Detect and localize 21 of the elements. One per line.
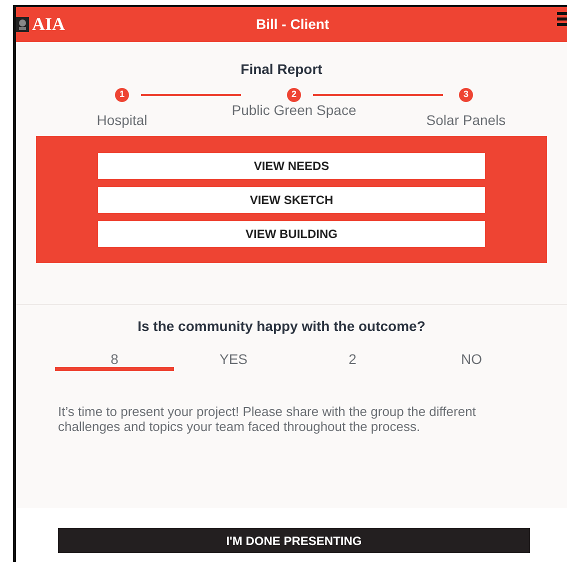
answer-tab[interactable]: YES [174,349,293,371]
answer-tab[interactable]: NO [412,349,531,371]
answer-tab[interactable]: 2 [293,349,412,371]
done-presenting-button[interactable]: I'M DONE PRESENTING [58,528,530,553]
view-button[interactable]: VIEW BUILDING [98,221,485,247]
instructions-text: It’s time to present your project! Please share with the group the different challenges and topics your team faced throughout the process. [58,404,477,434]
step-label: Public Green Space [230,101,358,120]
emblem-icon [16,17,29,32]
question-text: Is the community happy with the outcome? [136,317,426,336]
view-button[interactable]: VIEW NEEDS [98,153,485,179]
step-label: Solar Panels [425,111,507,130]
view-button[interactable]: VIEW SKETCH [98,187,485,213]
step-number: 3 [459,88,473,102]
menu-icon[interactable] [557,12,567,26]
step-number: 1 [115,88,129,102]
logo-text: AIA [32,13,66,36]
answer-tab[interactable]: 8 [55,349,174,371]
step-number: 2 [287,88,301,102]
page-title: Bill - Client [256,15,330,34]
step-label: Hospital [96,111,148,130]
section-title: Final Report [240,60,324,79]
